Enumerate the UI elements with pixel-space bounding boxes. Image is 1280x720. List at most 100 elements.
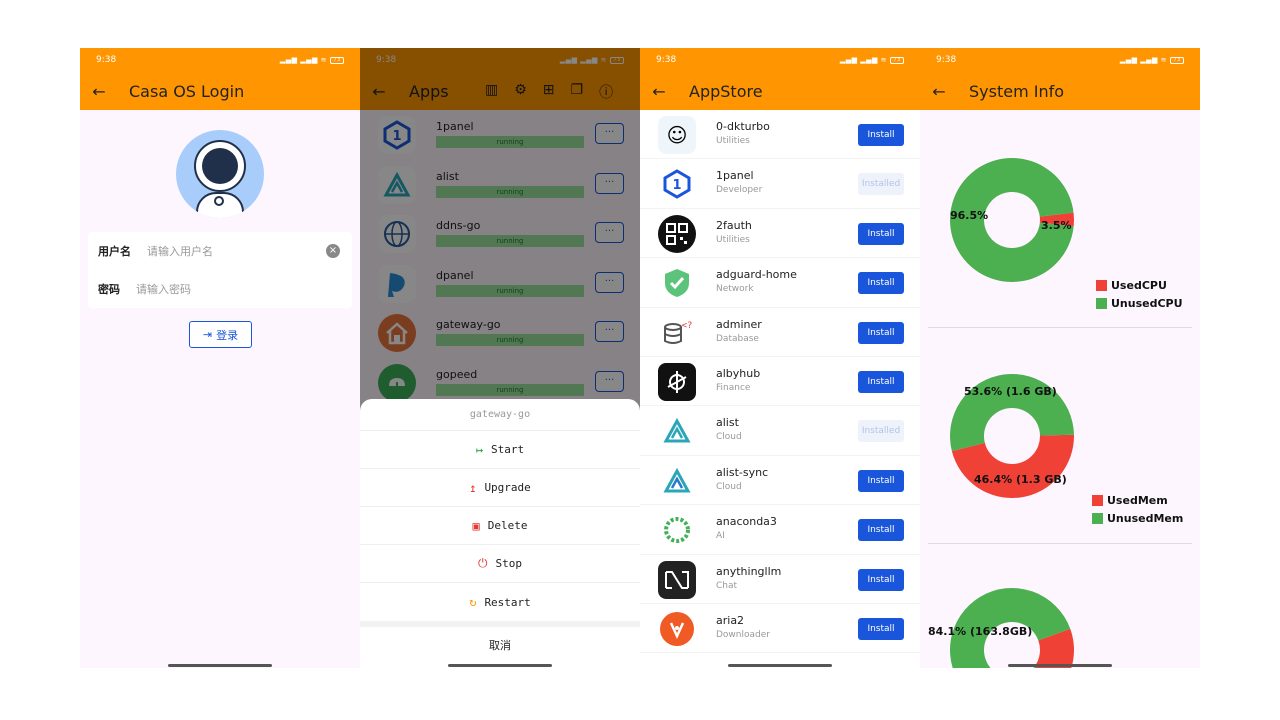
install-button[interactable]: Install <box>858 222 904 245</box>
astronaut-avatar <box>176 130 264 218</box>
app-0-dkturbo-icon: ☺ <box>658 116 696 154</box>
app-anaconda3-icon <box>658 511 696 549</box>
app-category: Cloud <box>716 481 742 492</box>
app-name: alist-sync <box>716 465 769 479</box>
stop-action[interactable]: ⏻ Stop <box>360 545 640 583</box>
store-list-item[interactable]: adguard-home Network Install <box>640 258 920 308</box>
install-button[interactable]: Install <box>858 124 904 146</box>
delete-action[interactable]: ▣ Delete <box>360 507 640 545</box>
store-list-item[interactable]: anythingllm Chat Install <box>640 555 920 604</box>
app-category: Utilities <box>716 136 750 146</box>
legend-item: UsedMem <box>1092 491 1183 509</box>
store-list-item[interactable]: alist-sync Cloud Install <box>640 456 920 506</box>
install-button[interactable]: Install <box>858 321 904 344</box>
password-label: 密码 <box>98 283 120 296</box>
home-indicator[interactable] <box>728 664 832 667</box>
install-button[interactable]: Install <box>858 519 904 542</box>
app-name: alist <box>716 416 739 430</box>
status-time: 9:38 <box>96 55 117 65</box>
cpu-donut-chart: 96.5% 3.5% <box>950 158 1074 283</box>
status-bar: 9:38 ▂▄▆ ▂▄▆ ≋ 73 <box>920 48 1200 72</box>
password-row[interactable]: 密码 请输入密码 <box>88 270 352 308</box>
app-alist-sync-icon <box>658 462 696 500</box>
appstore-screen: 9:38 ▂▄▆ ▂▄▆ ≋ 73 ← AppStore ☺ 0-dkturbo U… <box>640 48 920 668</box>
login-screen: 9:38 ▂▄▆ ▂▄▆ ≋ 73 ← Casa OS Login 用户名 请输… <box>80 48 360 668</box>
back-arrow-icon[interactable]: ← <box>640 82 678 101</box>
mem-unused-label: 53.6% (1.6 GB) <box>964 385 1057 398</box>
mem-used-label: 46.4% (1.3 GB) <box>974 473 1067 486</box>
upgrade-action[interactable]: ↥ Upgrade <box>360 469 640 507</box>
store-list-item[interactable]: aria2 Downloader Install <box>640 604 920 654</box>
battery-icon: 73 <box>330 56 344 64</box>
status-icons: ▂▄▆ ▂▄▆ ≋ 73 <box>840 56 904 64</box>
store-list-item[interactable]: albyhub Finance Install <box>640 357 920 407</box>
install-button[interactable]: Install <box>858 617 904 640</box>
action-label: Delete <box>487 519 528 532</box>
app-name: anaconda3 <box>716 515 777 529</box>
memory-donut-chart: 53.6% (1.6 GB) 46.4% (1.3 GB) <box>950 373 1074 498</box>
battery-icon: 73 <box>890 56 904 64</box>
action-label: Start <box>491 443 525 456</box>
app-2fauth-icon <box>658 214 696 253</box>
legend-item: UnusedCPU <box>1096 294 1183 312</box>
app-name: adminer <box>716 317 762 331</box>
status-time: 9:38 <box>936 55 957 65</box>
page-title: System Info <box>969 81 1065 101</box>
app-category: Finance <box>716 382 751 393</box>
restart-action[interactable]: ↻ Restart <box>360 583 640 621</box>
install-button[interactable]: Install <box>858 272 904 295</box>
cpu-unused-label: 96.5% <box>950 209 988 222</box>
back-arrow-icon[interactable]: ← <box>80 82 118 101</box>
clear-icon[interactable]: × <box>326 244 340 258</box>
store-list-item[interactable]: anaconda3 AI Install <box>640 505 920 555</box>
home-indicator[interactable] <box>448 664 552 667</box>
page-title: AppStore <box>689 81 763 101</box>
app-anythingllm-icon <box>658 560 696 599</box>
app-category: Utilities <box>716 234 750 245</box>
back-arrow-icon[interactable]: ← <box>920 82 958 101</box>
password-input[interactable]: 请输入密码 <box>136 281 191 297</box>
home-indicator[interactable] <box>168 664 272 667</box>
start-action[interactable]: ↦ Start <box>360 431 640 469</box>
installed-button[interactable]: Installed <box>858 420 904 443</box>
system-info-screen: 9:38 ▂▄▆ ▂▄▆ ≋ 73 ← System Info 96.5% 3.… <box>920 48 1200 668</box>
action-label: Stop <box>495 557 523 570</box>
app-category: Cloud <box>716 432 742 443</box>
app-category: Database <box>716 333 759 344</box>
app-adguard-home-icon <box>658 264 696 302</box>
username-input[interactable]: 请输入用户名 <box>147 243 213 259</box>
login-form: 用户名 请输入用户名 × 密码 请输入密码 <box>88 232 352 308</box>
app-bar: ← AppStore <box>640 72 920 110</box>
home-indicator[interactable] <box>1008 664 1112 667</box>
store-list-item[interactable]: ☺ 0-dkturbo Utilities Install <box>640 110 920 160</box>
store-list-item[interactable]: 2fauth Utilities Install <box>640 209 920 259</box>
app-name: adguard-home <box>716 268 797 282</box>
installed-button[interactable]: Installed <box>858 173 904 196</box>
app-bar: ← System Info <box>920 72 1200 110</box>
disk-unused-label: 84.1% (163.8GB) <box>928 625 1032 638</box>
store-list-item[interactable]: 1 1panel Developer Installed <box>640 159 920 209</box>
app-name: 1panel <box>716 169 754 183</box>
install-button[interactable]: Install <box>858 568 904 591</box>
login-button-label: 登录 <box>216 328 239 342</box>
install-button[interactable]: Install <box>858 469 904 492</box>
memory-legend: UsedMem UnusedMem <box>1092 491 1183 527</box>
app-name: 0-dkturbo <box>716 120 770 133</box>
cancel-button[interactable]: 取消 <box>360 627 640 665</box>
store-list-item[interactable]: alist Cloud Installed <box>640 406 920 456</box>
restart-icon: ↻ <box>469 595 477 609</box>
store-list-item[interactable]: <? adminer Database Install <box>640 308 920 357</box>
status-icons: ▂▄▆ ▂▄▆ ≋ 73 <box>280 56 344 64</box>
app-1panel-icon: 1 <box>658 165 696 203</box>
status-bar: 9:38 ▂▄▆ ▂▄▆ ≋ 73 <box>80 48 360 72</box>
battery-icon: 73 <box>1170 56 1184 64</box>
login-button[interactable]: ⇥ 登录 <box>189 321 252 348</box>
app-albyhub-icon <box>658 362 696 401</box>
power-icon: ⏻ <box>478 556 488 570</box>
app-alist-icon <box>658 412 696 450</box>
cpu-used-label: 3.5% <box>1041 219 1072 232</box>
install-button[interactable]: Install <box>858 370 904 393</box>
screenshot-stage: 9:38 ▂▄▆ ▂▄▆ ≋ 73 ← Casa OS Login 用户名 请输… <box>0 0 1280 720</box>
username-row[interactable]: 用户名 请输入用户名 × <box>88 232 352 270</box>
status-bar: 9:38 ▂▄▆ ▂▄▆ ≋ 73 <box>640 48 920 72</box>
